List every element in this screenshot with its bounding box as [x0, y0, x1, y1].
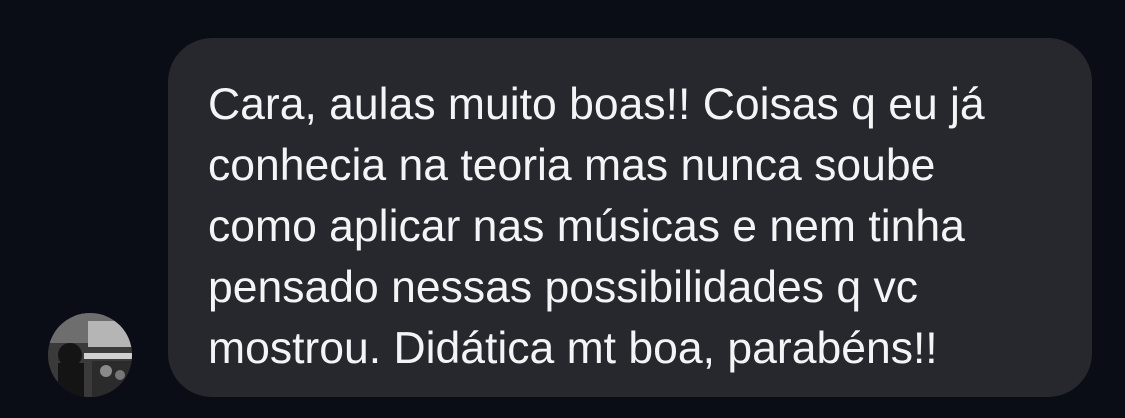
- message-line: conhecia na teoria mas nunca soube: [208, 141, 936, 190]
- message-line: pensado nessas possibilidades q vc: [208, 263, 918, 312]
- message-text: Cara, aulas muito boas!! Coisas q eu já …: [208, 74, 1056, 379]
- sender-avatar[interactable]: [48, 313, 132, 397]
- message-line: Cara, aulas muito boas!! Coisas q eu já: [208, 80, 985, 129]
- avatar-photo-icon: [48, 313, 132, 397]
- message-line: mostrou. Didática mt boa, parabéns!!: [208, 324, 938, 373]
- message-bubble[interactable]: Cara, aulas muito boas!! Coisas q eu já …: [168, 38, 1092, 397]
- message-line: como aplicar nas músicas e nem tinha: [208, 202, 965, 251]
